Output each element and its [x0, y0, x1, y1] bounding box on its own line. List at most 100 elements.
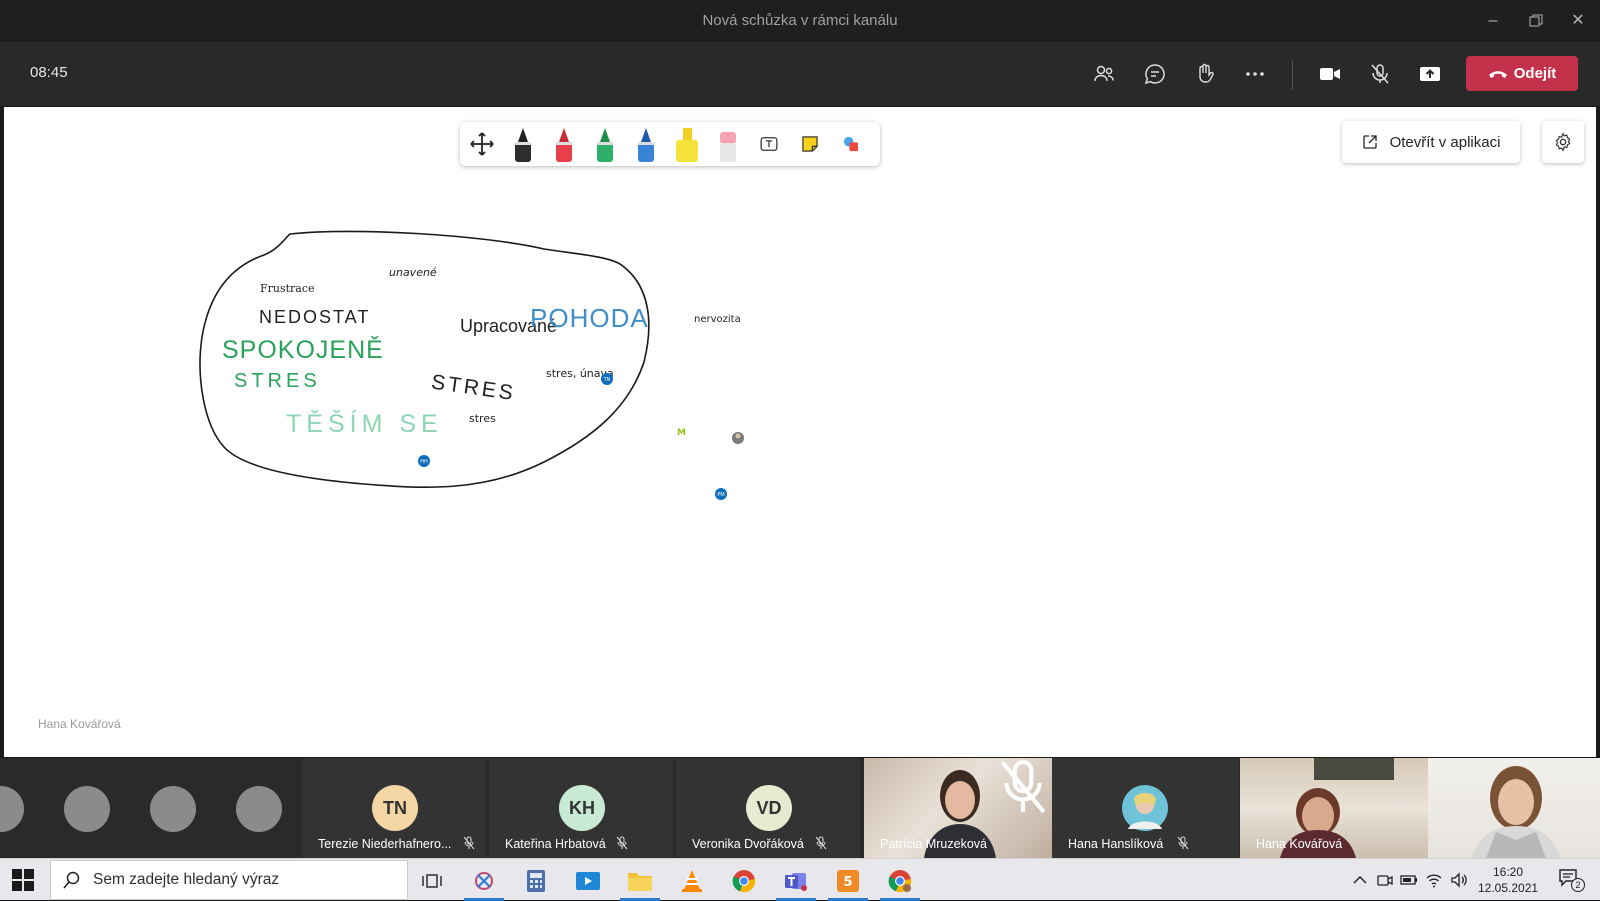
wifi-icon[interactable]	[1425, 871, 1443, 889]
avatar: TN	[372, 785, 418, 831]
chrome-profile-icon[interactable]	[878, 863, 922, 901]
sticky-note-icon[interactable]	[792, 126, 828, 162]
search-placeholder: Sem zadejte hledaný výraz	[93, 871, 280, 888]
word-stres-big: STRES	[430, 371, 517, 406]
chat-icon[interactable]	[1137, 56, 1173, 92]
chevron-up-icon[interactable]	[1351, 871, 1369, 889]
mic-off-icon	[463, 836, 475, 850]
cursor-pm-label: PM	[717, 492, 724, 498]
participant-tile[interactable]: KH Kateřina Hrbatová	[489, 758, 673, 858]
yellow-highlighter[interactable]	[669, 126, 705, 162]
participant-placeholder[interactable]	[150, 786, 196, 832]
calculator-icon[interactable]	[514, 863, 558, 899]
word-nervozita: nervozita	[694, 314, 741, 325]
text-icon[interactable]	[751, 126, 787, 162]
close-icon[interactable]: ✕	[1565, 8, 1591, 34]
minimize-icon[interactable]: –	[1480, 8, 1506, 34]
word-spokojene: SPOKOJENĚ	[222, 335, 384, 364]
hang-up-icon	[1488, 70, 1507, 78]
word-nedostat: NEDOSTAT	[259, 307, 370, 327]
cursor-tn-label: TN	[603, 377, 611, 383]
notification-center[interactable]: 2	[1558, 868, 1585, 892]
leave-button[interactable]: Odejít	[1466, 56, 1578, 91]
clock-time: 16:20	[1492, 865, 1524, 879]
whiteboard-toolbar	[460, 122, 880, 166]
cursor-hh-label: HH	[420, 459, 428, 465]
participant-name: Hana Kovářová	[1256, 837, 1343, 851]
red-pen[interactable]	[546, 126, 582, 162]
avatar: KH	[559, 785, 605, 831]
participant-video[interactable]: Patrícia Mruzeková	[864, 758, 1052, 858]
presenter-name: Hana Kovářová	[38, 717, 121, 731]
window-title-bar: Nová schůzka v rámci kanálu – ✕	[0, 0, 1600, 42]
mic-off-icon	[1000, 760, 1046, 814]
whiteboard-drawing: Frustrace unavené NEDOSTAT SPOKOJENĚ STR…	[199, 230, 744, 500]
participant-tile[interactable]: TN Terezie Niederhafnero...	[302, 758, 486, 858]
participant-name: Kateřina Hrbatová	[505, 837, 606, 851]
media-player-icon[interactable]	[566, 863, 610, 899]
gear-icon	[1555, 132, 1571, 152]
participant-tile[interactable]: VD Veronika Dvořáková	[676, 758, 860, 858]
teams-icon[interactable]	[774, 863, 818, 901]
self-video[interactable]	[1428, 758, 1600, 858]
external-link-icon	[1362, 135, 1377, 149]
cursor-m: M	[677, 428, 686, 438]
settings-button[interactable]	[1542, 121, 1584, 163]
taskbar-search[interactable]: Sem zadejte hledaný výraz	[50, 860, 408, 900]
camera-icon[interactable]	[1312, 56, 1348, 92]
people-icon[interactable]	[1086, 56, 1122, 92]
system-clock[interactable]: 16:20 12.05.2021	[1478, 864, 1538, 896]
word-pohoda: POHODA	[530, 303, 649, 333]
mic-off-icon[interactable]	[1362, 56, 1398, 92]
participant-video[interactable]: Hana Kovářová	[1240, 758, 1428, 858]
more-icon[interactable]	[1237, 56, 1273, 92]
black-pen[interactable]	[505, 126, 541, 162]
window-title: Nová schůzka v rámci kanálu	[702, 12, 898, 29]
participant-placeholder[interactable]	[236, 786, 282, 832]
snip-icon[interactable]	[462, 863, 506, 901]
word-stres-green: STRES	[234, 370, 321, 392]
participant-name: Hana Hanslíková	[1068, 837, 1164, 851]
word-frustrace: Frustrace	[260, 282, 315, 295]
meet-now-icon[interactable]	[1376, 871, 1394, 889]
search-icon	[63, 871, 80, 889]
task-view-icon[interactable]	[410, 863, 454, 899]
shapes-icon[interactable]	[833, 126, 869, 162]
windows-taskbar: Sem zadejte hledaný výraz 5 16:20 12.05.…	[0, 858, 1600, 901]
svg-text:5: 5	[843, 875, 852, 890]
word-tesim-se: TĚŠÍM SE	[286, 409, 443, 438]
green-pen[interactable]	[587, 126, 623, 162]
open-in-app-button[interactable]: Otevřít v aplikaci	[1342, 121, 1520, 163]
video-feed	[1472, 766, 1560, 858]
file-explorer-icon[interactable]	[618, 863, 662, 901]
participant-placeholder[interactable]	[64, 786, 110, 832]
blue-pen[interactable]	[628, 126, 664, 162]
clock-date: 12.05.2021	[1478, 881, 1539, 895]
mic-off-icon	[1177, 836, 1189, 850]
leave-label: Odejít	[1513, 65, 1557, 82]
volume-icon[interactable]	[1450, 871, 1468, 889]
raise-hand-icon[interactable]	[1187, 56, 1223, 92]
avatar	[1122, 785, 1168, 831]
open-in-app-label: Otevřít v aplikaci	[1389, 133, 1501, 151]
participant-name: Veronika Dvořáková	[692, 837, 804, 851]
notification-count: 2	[1571, 878, 1585, 892]
chrome-icon[interactable]	[722, 863, 766, 899]
restore-icon[interactable]	[1523, 8, 1549, 34]
share-icon[interactable]	[1412, 56, 1448, 92]
app-icon[interactable]: 5	[826, 863, 870, 901]
meeting-timer: 08:45	[30, 64, 68, 81]
pan-icon[interactable]	[464, 126, 500, 162]
eraser[interactable]	[710, 126, 746, 162]
battery-icon[interactable]	[1400, 871, 1418, 889]
windows-start-icon[interactable]	[12, 869, 34, 891]
vlc-icon[interactable]	[670, 863, 714, 899]
participant-strip: TN Terezie Niederhafnero... KH Kateřina …	[0, 758, 1600, 858]
word-stres-small: stres	[469, 412, 496, 425]
whiteboard-canvas[interactable]: Frustrace unavené NEDOSTAT SPOKOJENĚ STR…	[4, 107, 1596, 757]
meeting-control-bar: 08:45 Odejít	[0, 42, 1600, 106]
avatar: VD	[746, 785, 792, 831]
mic-off-icon	[616, 836, 628, 850]
participant-placeholder[interactable]	[0, 786, 24, 832]
participant-tile[interactable]: Hana Hanslíková	[1052, 758, 1239, 858]
